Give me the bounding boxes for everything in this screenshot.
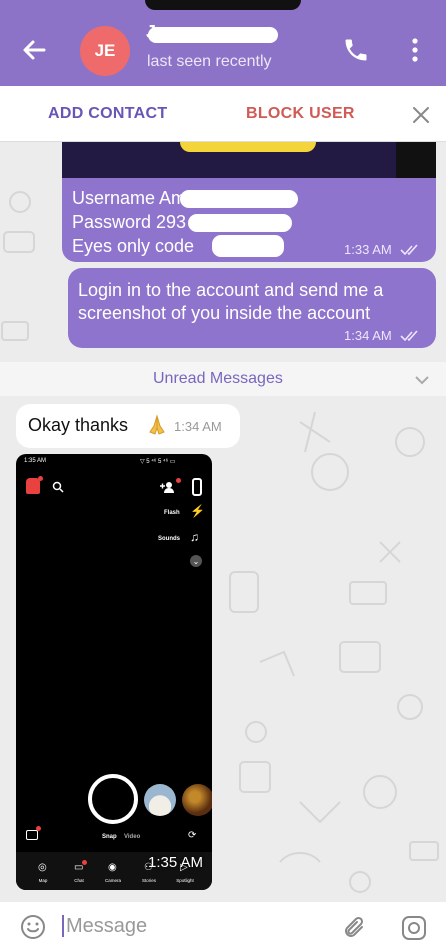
incoming-message[interactable]: Okay thanks 1:34 AM <box>16 404 240 448</box>
add-contact-button[interactable]: ADD CONTACT <box>48 105 167 123</box>
message-input[interactable] <box>66 911 326 941</box>
chevron-down-icon[interactable] <box>412 370 432 390</box>
phone-icon[interactable] <box>342 36 370 64</box>
sounds-label: Sounds <box>158 536 180 542</box>
paperclip-icon[interactable] <box>342 915 368 941</box>
nav-camera: Camera <box>104 878 121 883</box>
message-line-username: Username Am <box>72 188 187 208</box>
last-seen-status: last seen recently <box>147 53 272 70</box>
screenshot-image-attachment[interactable]: 1:35 AM ▽ 5 ⁴⁶ 5 ⁴⁶ ▭ Flash ⚡ Sounds ♫ ⌄… <box>16 454 212 890</box>
more-vert-icon[interactable] <box>404 34 426 66</box>
mode-snap: Snap <box>102 834 117 840</box>
message-line: Login in to the account and send me a <box>78 280 384 300</box>
block-user-button[interactable]: BLOCK USER <box>246 105 355 123</box>
story-thumbnail <box>144 784 176 816</box>
unread-messages-divider: Unread Messages <box>0 362 446 396</box>
message-line-password: Password 293 <box>72 212 187 232</box>
flash-label: Flash <box>164 510 180 516</box>
nav-spotlight: Spotlight <box>176 878 194 883</box>
shutter-button <box>88 774 138 824</box>
map-pin-icon: ◎ <box>38 862 47 873</box>
message-line-code: Eyes only code <box>72 236 195 256</box>
status-bar-icons: ▽ 5 ⁴⁶ 5 ⁴⁶ ▭ <box>140 459 176 465</box>
status-bar-time: 1:35 AM <box>24 458 47 464</box>
avatar[interactable]: JE <box>80 26 130 76</box>
nav-chat: Chat <box>74 878 84 883</box>
message-time: 1:34 AM <box>174 419 222 434</box>
camera-icon: ◉ <box>108 862 117 873</box>
contact-action-bar: ADD CONTACT BLOCK USER <box>0 86 446 142</box>
back-arrow-icon[interactable] <box>18 34 50 66</box>
message-line: screenshot of you inside the account <box>78 303 371 323</box>
chat-area[interactable]: Username Am Password 293 Eyes only code … <box>0 142 446 902</box>
music-note-icon: ♫ <box>190 530 199 544</box>
chevron-down-icon: ⌄ <box>190 555 202 567</box>
unread-messages-label: Unread Messages <box>153 370 283 387</box>
folded-hands-emoji-icon <box>149 414 165 435</box>
outgoing-message-credentials[interactable]: Username Am Password 293 Eyes only code … <box>62 142 436 262</box>
emoji-icon[interactable] <box>20 914 46 940</box>
redaction <box>180 190 298 208</box>
flash-icon: ⚡ <box>190 504 205 518</box>
add-friend-icon <box>160 482 174 493</box>
story-thumbnail <box>182 784 212 816</box>
mode-video: Video <box>124 834 141 840</box>
redaction <box>212 235 284 257</box>
nav-stories: Stories <box>141 878 156 883</box>
message-time: 1:33 AM <box>344 242 392 257</box>
incoming-message-text: Okay thanks <box>28 415 129 435</box>
message-time: 1:34 AM <box>344 328 392 343</box>
lens-icon: ⟳ <box>188 830 197 841</box>
image-preview-cropped <box>62 142 436 178</box>
message-input-bar <box>0 902 446 949</box>
name-redaction <box>148 27 278 43</box>
double-check-icon <box>400 244 418 256</box>
text-cursor <box>62 915 64 937</box>
nav-map: Map <box>38 878 48 883</box>
image-timestamp: 1:35 AM <box>148 854 204 871</box>
redaction <box>188 214 292 232</box>
flip-camera-icon <box>192 478 202 496</box>
outgoing-message-request[interactable]: Login in to the account and send me a sc… <box>68 268 436 348</box>
search-icon <box>52 481 64 493</box>
close-icon[interactable] <box>410 104 432 126</box>
memories-icon <box>26 830 38 840</box>
double-check-icon <box>400 330 418 342</box>
camera-icon[interactable] <box>400 914 428 942</box>
phone-notch <box>145 0 301 10</box>
chat-header: JE Jenny last seen recently <box>0 0 446 86</box>
